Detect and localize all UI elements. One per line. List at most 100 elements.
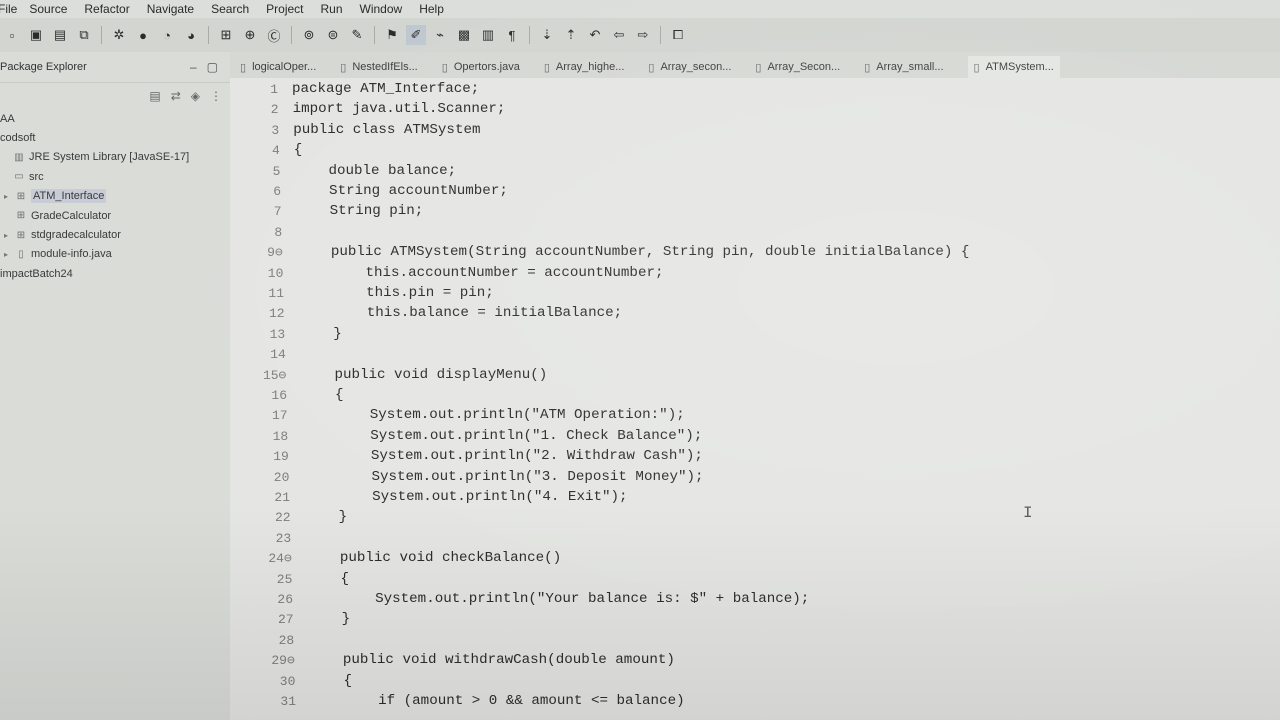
code-line[interactable]: System.out.println("4. Exit"); (304, 487, 627, 507)
editor-tab[interactable]: ▯ logicalOper... (240, 56, 316, 78)
code-line[interactable]: System.out.println("2. Withdraw Cash"); (303, 446, 703, 466)
code-editor[interactable]: 1 package ATM_Interface; 2 import java.util… (230, 78, 1280, 720)
back-icon[interactable]: ⇦ (609, 25, 629, 45)
code-line[interactable]: } (308, 609, 351, 629)
menu-item-help[interactable]: Help (419, 2, 444, 16)
menu-item-window[interactable]: Window (360, 2, 403, 16)
tree-item[interactable]: impactBatch24 (0, 264, 230, 283)
toggle-mark-occurrences-icon[interactable]: ✐ (406, 25, 426, 45)
new-package-icon[interactable]: ⊕ (240, 25, 260, 45)
code-line[interactable]: if (amount > 0 && amount <= balance) (310, 691, 685, 711)
expand-arrow-icon[interactable]: ▸ (4, 192, 14, 201)
tree-item[interactable]: codsoft (0, 128, 230, 147)
minimize-icon[interactable]: – ▢ (190, 60, 218, 74)
code-line[interactable]: this.balance = initialBalance; (299, 303, 622, 323)
code-line[interactable]: System.out.println("Your balance is: $" … (307, 589, 809, 609)
toggle-word-wrap-icon[interactable]: ▩ (454, 25, 474, 45)
debug-icon[interactable]: ✲ (109, 25, 129, 45)
code-line[interactable]: String pin; (296, 201, 424, 221)
open-task-icon[interactable]: ⊜ (323, 25, 343, 45)
forward-icon[interactable]: ⇨ (633, 25, 653, 45)
code-line[interactable]: System.out.println("3. Deposit Money"); (303, 467, 704, 487)
new-class-icon[interactable]: Ⓒ (264, 25, 284, 45)
tree-item[interactable]: ⊞ GradeCalculator (0, 206, 230, 225)
code-line[interactable]: import java.util.Scanner; (293, 99, 506, 119)
coverage-icon[interactable]: ◔ (157, 25, 177, 45)
code-line[interactable]: public void checkBalance() (306, 548, 561, 568)
menu-item-navigate[interactable]: Navigate (147, 2, 194, 16)
code-line[interactable]: System.out.println("1. Check Balance"); (302, 426, 702, 446)
code-line[interactable]: { (309, 671, 352, 691)
line-number: 26 (277, 592, 293, 607)
block-selection-icon[interactable]: ⌁ (430, 25, 450, 45)
code-line[interactable]: } (299, 324, 342, 344)
code-line[interactable]: } (305, 507, 348, 527)
tree-item[interactable]: AA (0, 109, 230, 128)
code-line[interactable]: { (306, 569, 349, 589)
save-icon[interactable]: ▣ (26, 25, 46, 45)
new-icon[interactable]: ▫ (2, 25, 22, 45)
java-file-icon: ▯ (755, 61, 762, 74)
line-number: 19 (273, 449, 289, 465)
code-line[interactable]: public class ATMSystem (293, 120, 480, 140)
menu-item-source[interactable]: Source (29, 2, 67, 16)
line-number: 18 (272, 428, 289, 444)
external-tools-icon[interactable]: ◕ (181, 25, 201, 45)
code-line[interactable]: { (294, 140, 303, 160)
line-number: 6 (273, 184, 281, 199)
menu-item-project[interactable]: Project (266, 2, 303, 16)
code-line[interactable]: String accountNumber; (295, 181, 508, 201)
java-file-icon: ▯ (543, 61, 550, 74)
tree-item[interactable]: ▸ ▯ module-info.java (0, 245, 230, 264)
line-number: 10 (267, 265, 284, 281)
expand-arrow-icon[interactable]: ▸ (4, 231, 14, 240)
print-icon[interactable]: ▤ (50, 25, 70, 45)
tree-item[interactable]: ▸ ⊞ ATM_Interface (0, 187, 230, 206)
line-number: 5 (272, 163, 281, 179)
next-annotation-icon[interactable]: ⇣ (537, 25, 557, 45)
previous-annotation-icon[interactable]: ⇡ (561, 25, 581, 45)
editor-tab-label: Array_secon... (660, 61, 732, 73)
save-all-icon[interactable]: ⧉ (74, 25, 94, 45)
code-line[interactable]: double balance; (294, 161, 456, 181)
editor-tab[interactable]: ▯ Array_small... (864, 56, 943, 78)
line-number: 2 (270, 102, 279, 118)
editor-tab[interactable]: ▯ Array_Secon... (755, 56, 840, 78)
code-line[interactable]: package ATM_Interface; (292, 79, 479, 99)
focus-icon[interactable]: ◈ (191, 89, 200, 103)
search-icon[interactable]: ✎ (347, 25, 367, 45)
toggle-breadcrumb-icon[interactable]: ⚑ (382, 25, 402, 45)
collapse-all-icon[interactable]: ▤ (149, 89, 160, 103)
code-line[interactable]: System.out.println("ATM Operation:"); (302, 405, 685, 425)
link-with-editor-icon[interactable]: ⇄ (171, 89, 181, 103)
tree-item[interactable]: ▥ JRE System Library [JavaSE-17] (0, 148, 230, 167)
editor-tab[interactable]: ▯ ATMSystem... (967, 56, 1060, 78)
code-line[interactable]: this.pin = pin; (298, 283, 494, 303)
java-file-icon: ▯ (864, 61, 871, 74)
editor-tab[interactable]: ▯ NestedIfEls... (340, 56, 417, 78)
code-line[interactable]: { (301, 385, 344, 405)
run-icon[interactable]: ● (133, 25, 153, 45)
editor-tab[interactable]: ▯ Array_highe... (544, 56, 625, 78)
menu-item-file[interactable]: File (0, 2, 17, 16)
open-type-icon[interactable]: ⊚ (299, 25, 319, 45)
show-whitespace-icon[interactable]: ▥ (478, 25, 498, 45)
expand-arrow-icon[interactable]: ▸ (4, 250, 14, 259)
code-line[interactable]: public void withdrawCash(double amount) (309, 650, 675, 670)
code-line[interactable]: public void displayMenu() (300, 365, 547, 385)
code-line[interactable]: public ATMSystem(String accountNumber, S… (297, 242, 970, 262)
menu-item-refactor[interactable]: Refactor (84, 2, 129, 16)
editor-tab[interactable]: ▯ Array_secon... (648, 56, 731, 78)
new-java-project-icon[interactable]: ⊞ (216, 25, 236, 45)
editor-tab[interactable]: ▯ Opertors.java (442, 56, 520, 78)
menu-item-run[interactable]: Run (321, 2, 343, 16)
line-number: 14 (270, 347, 286, 363)
tree-item[interactable]: ▭ src (0, 167, 230, 186)
code-line[interactable]: this.accountNumber = accountNumber; (297, 263, 664, 283)
open-perspective-icon[interactable]: ⧠ (668, 25, 688, 45)
view-menu-icon[interactable]: ⋮ (210, 89, 222, 103)
pilcrow-icon[interactable]: ¶ (502, 25, 522, 45)
menu-item-search[interactable]: Search (211, 2, 249, 16)
tree-item[interactable]: ▸ ⊞ stdgradecalculator (0, 225, 230, 244)
last-edit-location-icon[interactable]: ↶ (585, 25, 605, 45)
